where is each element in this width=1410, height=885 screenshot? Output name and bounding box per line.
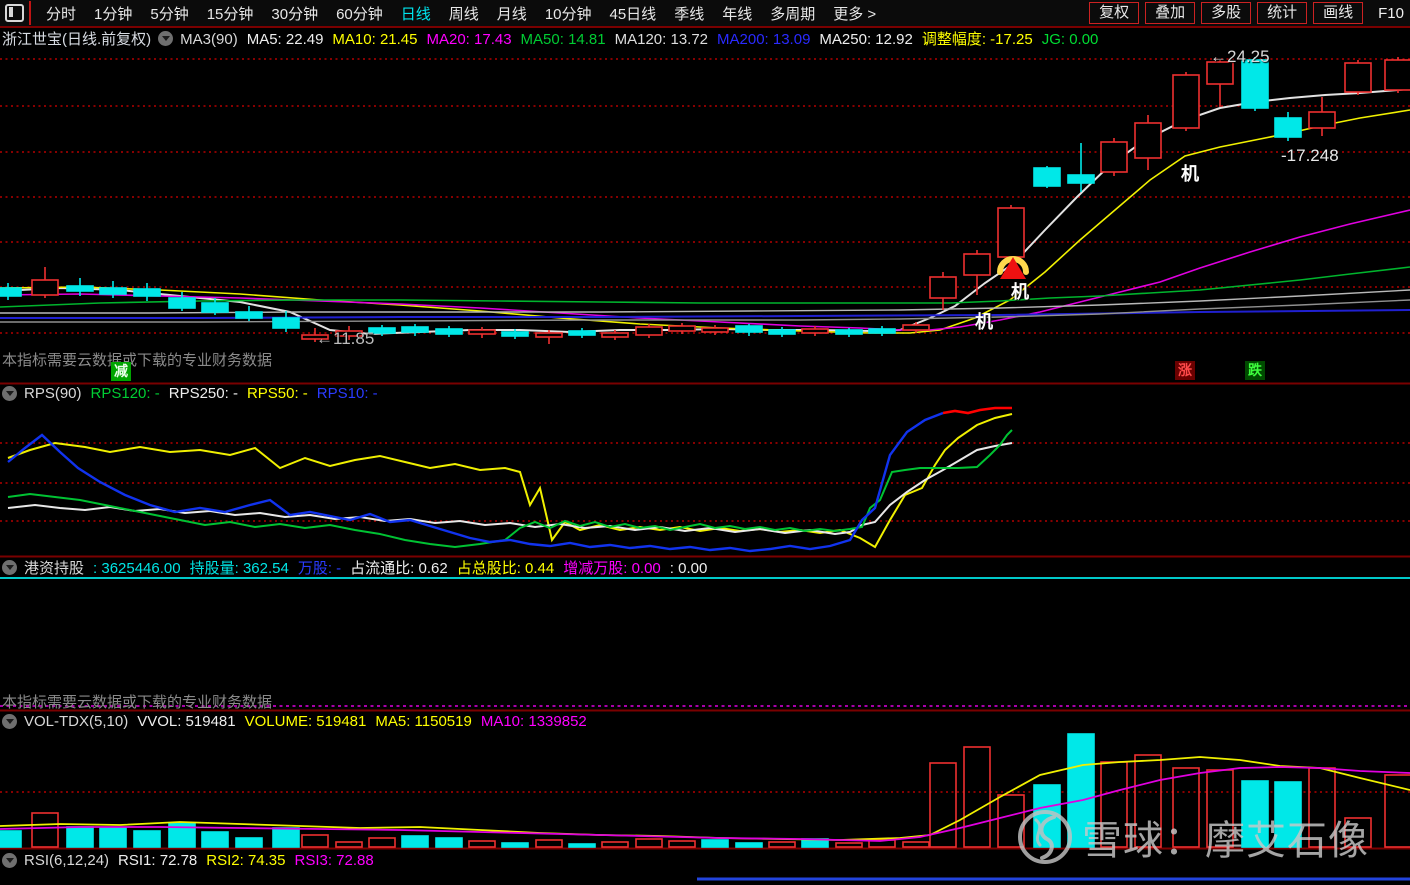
indicator-segment: 占总股比: 0.44 <box>456 560 555 577</box>
indicator-segment: VVOL: 519481 <box>137 713 236 730</box>
indicator-segment: VOLUME: 519481 <box>244 713 367 730</box>
tab-15分钟[interactable]: 15分钟 <box>198 6 263 23</box>
f10-button[interactable]: F10 <box>1378 5 1404 22</box>
tab-分时[interactable]: 分时 <box>37 6 85 23</box>
indicator-segment: RPS120: - <box>90 385 160 402</box>
toolbar-divider <box>29 1 31 25</box>
button-复权[interactable]: 复权 <box>1089 2 1140 24</box>
main-indicator-values: MA3(90) MA5: 22.49 MA10: 21.45 MA20: 17.43 M… <box>180 28 1107 49</box>
chevron-down-icon[interactable] <box>2 853 17 868</box>
chevron-down-icon[interactable] <box>2 714 17 729</box>
rsi-pane-header: RSI(6,12,24) RSI1: 72.78 RSI2: 74.35 RSI3: … <box>2 851 383 870</box>
adjust-range-label: -17.248 <box>1281 146 1339 165</box>
cloud-data-note: 本指标需要云数据或下载的专业财务数据 <box>2 352 273 369</box>
indicator-segment: 调整幅度: -17.25 <box>921 31 1033 48</box>
indicator-segment: RPS(90) <box>24 385 82 402</box>
indicator-segment: 持股量: 362.54 <box>189 560 289 577</box>
indicator-segment: MA10: 1339852 <box>480 713 587 730</box>
rise-badge: 涨 <box>1175 361 1195 380</box>
indicator-segment: 占流通比: 0.62 <box>350 560 448 577</box>
cloud-data-note: 本指标需要云数据或下载的专业财务数据 <box>2 694 273 711</box>
tab-月线[interactable]: 月线 <box>488 6 536 23</box>
tab-年线[interactable]: 年线 <box>713 6 761 23</box>
stock-title: 浙江世宝(日线.前复权) <box>2 31 152 48</box>
tab-30分钟[interactable]: 30分钟 <box>262 6 327 23</box>
chart-canvas <box>0 57 1410 881</box>
tab-60分钟[interactable]: 60分钟 <box>327 6 392 23</box>
period-toolbar: 分时 1分钟 5分钟 15分钟 30分钟 60分钟 日线 周线 月线 10分钟 45日线 季线 年线 多周… <box>0 0 1410 28</box>
tab-1分钟[interactable]: 1分钟 <box>85 6 141 23</box>
volume-indicator-values: VOL-TDX(5,10) VVOL: 519481 VOLUME: 519481 M… <box>24 713 596 730</box>
indicator-segment: RPS250: - <box>168 385 238 402</box>
indicator-segment: 增减万股: 0.00 <box>563 560 661 577</box>
indicator-segment: RSI3: 72.88 <box>294 852 374 869</box>
indicator-segment: JG: 0.00 <box>1041 31 1099 48</box>
chevron-down-icon[interactable] <box>2 386 17 401</box>
indicator-segment: MA10: 21.45 <box>332 31 418 48</box>
indicator-segment: VOL-TDX(5,10) <box>24 713 129 730</box>
tab-周线[interactable]: 周线 <box>440 6 488 23</box>
indicator-segment: RPS50: - <box>246 385 308 402</box>
button-画线[interactable]: 画线 <box>1313 2 1364 24</box>
indicator-segment: MA3(90) <box>180 31 238 48</box>
indicator-segment: RPS10: - <box>316 385 378 402</box>
tab-45日线[interactable]: 45日线 <box>601 6 666 23</box>
tab-季线[interactable]: 季线 <box>665 6 713 23</box>
indicator-segment: MA120: 13.72 <box>614 31 709 48</box>
watermark-text: 雪球：摩艾石像 <box>1082 819 1369 863</box>
toolbar-buttons: 复权 叠加 多股 统计 画线 <box>1086 2 1366 24</box>
tab-5分钟[interactable]: 5分钟 <box>141 6 197 23</box>
chevron-down-icon[interactable] <box>2 560 17 575</box>
indicator-segment: MA50: 14.81 <box>520 31 606 48</box>
indicator-segment: RSI1: 72.78 <box>118 852 198 869</box>
chevron-down-icon[interactable] <box>158 31 174 46</box>
main-pane-header: 浙江世宝(日线.前复权) MA3(90) MA5: 22.49 MA10: 21.4… <box>2 29 1107 48</box>
tab-10分钟[interactable]: 10分钟 <box>536 6 601 23</box>
ji-signal-label: 机 <box>1011 282 1029 302</box>
price-low-label: ←11.85 <box>316 329 375 348</box>
indicator-segment: RSI2: 74.35 <box>206 852 286 869</box>
indicator-segment: MA20: 17.43 <box>426 31 512 48</box>
tab-日线[interactable]: 日线 <box>392 6 440 23</box>
indicator-segment: MA5: 22.49 <box>246 31 324 48</box>
ji-signal-label: 机 <box>975 312 993 332</box>
indicator-segment: MA250: 12.92 <box>819 31 913 48</box>
rps-pane-header: RPS(90) RPS120: - RPS250: - RPS50: - RPS10: … <box>2 384 387 403</box>
indicator-segment: MA200: 13.09 <box>717 31 811 48</box>
window-layout-icon[interactable] <box>5 4 24 22</box>
indicator-segment: RSI(6,12,24) <box>24 852 110 869</box>
button-多股[interactable]: 多股 <box>1201 2 1252 24</box>
indicator-segment: : 3625446.00 <box>93 560 181 577</box>
period-tabs: 分时 1分钟 5分钟 15分钟 30分钟 60分钟 日线 周线 月线 10分钟 45日线 季线 年线 多周… <box>37 3 885 24</box>
button-叠加[interactable]: 叠加 <box>1145 2 1196 24</box>
watermark: 雪球：摩艾石像 <box>1016 808 1369 866</box>
ji-signal-label: 机 <box>1181 164 1199 184</box>
volume-pane-header: VOL-TDX(5,10) VVOL: 519481 VOLUME: 519481 M… <box>2 712 596 731</box>
fall-badge: 跌 <box>1245 361 1265 380</box>
indicator-segment: 万股: - <box>297 560 342 577</box>
rsi-indicator-values: RSI(6,12,24) RSI1: 72.78 RSI2: 74.35 RSI3: … <box>24 852 383 869</box>
indicator-segment: MA5: 1150519 <box>375 713 472 730</box>
tab-更多 >[interactable]: 更多 > <box>824 6 885 23</box>
button-统计[interactable]: 统计 <box>1257 2 1308 24</box>
price-high-label: ←24.25 <box>1210 47 1270 66</box>
tab-多周期[interactable]: 多周期 <box>761 6 824 23</box>
indicator-segment: : 0.00 <box>669 560 708 577</box>
xueqiu-logo-icon <box>1018 810 1072 864</box>
indicator-segment: 港资持股 <box>24 560 85 577</box>
stock-app-window: 分时 1分钟 5分钟 15分钟 30分钟 60分钟 日线 周线 月线 10分钟 45日线 季线 年线 多周… <box>0 0 1410 885</box>
reduce-badge: 减 <box>111 362 131 381</box>
rps-indicator-values: RPS(90) RPS120: - RPS250: - RPS50: - RPS10: … <box>24 385 387 402</box>
hk-holdings-values: 港资持股 : 3625446.00 持股量: 362.54 万股: - 占流通比: 0.… <box>24 557 716 578</box>
hk-holdings-pane-header: 港资持股 : 3625446.00 持股量: 362.54 万股: - 占流通比: 0.… <box>2 558 716 577</box>
